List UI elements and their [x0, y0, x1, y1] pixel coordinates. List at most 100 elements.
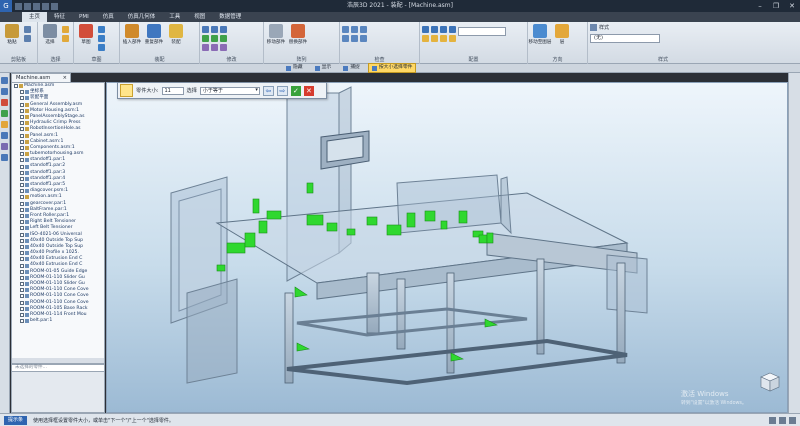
- tree-item-checkbox[interactable]: [14, 84, 18, 89]
- properties-icon[interactable]: [360, 26, 367, 33]
- area-icon[interactable]: [360, 35, 367, 42]
- repeat-part-button[interactable]: 重复部件: [144, 24, 164, 45]
- tree-item-checkbox[interactable]: [20, 195, 24, 200]
- status-icon-3[interactable]: [789, 416, 796, 424]
- select-by-size-button[interactable]: 按大小选择零件: [367, 63, 417, 73]
- select-filter-icon[interactable]: [62, 26, 69, 33]
- insert-part-button[interactable]: 插入部件: [122, 24, 142, 45]
- tree-item-checkbox[interactable]: [20, 263, 24, 268]
- snap-button[interactable]: 捕捉: [339, 63, 364, 73]
- document-tab[interactable]: Machine.asm ×: [11, 73, 71, 82]
- pattern-icon[interactable]: [211, 26, 218, 33]
- tree-item-checkbox[interactable]: [20, 244, 24, 249]
- tree-item-checkbox[interactable]: [20, 257, 24, 262]
- tree-item-checkbox[interactable]: [20, 152, 24, 157]
- select-mode-dropdown[interactable]: 小于等于: [199, 86, 260, 95]
- view-cube-icon[interactable]: [759, 371, 781, 393]
- cancel-button[interactable]: ✕: [303, 85, 314, 96]
- arc-icon[interactable]: [98, 44, 105, 51]
- 3d-viewport[interactable]: 激活 Windows 转到"设置"以激活 Windows。: [106, 82, 788, 413]
- redo-icon[interactable]: [51, 2, 58, 10]
- move-to-layer-button[interactable]: 移动至图层: [529, 24, 552, 45]
- layer-button[interactable]: 层: [552, 24, 572, 45]
- tree-item-checkbox[interactable]: [20, 220, 24, 225]
- accept-button[interactable]: ✓: [290, 85, 301, 96]
- tab-pmi[interactable]: PMI: [72, 12, 96, 22]
- config-2-icon[interactable]: [431, 26, 438, 33]
- tree-item-checkbox[interactable]: [20, 133, 24, 138]
- tree-item-checkbox[interactable]: [20, 275, 24, 280]
- tree-item-checkbox[interactable]: [20, 251, 24, 256]
- app-logo-icon[interactable]: G: [0, 0, 12, 12]
- library-icon[interactable]: [1, 99, 8, 106]
- scale-icon[interactable]: [220, 35, 227, 42]
- hide-button[interactable]: 隐藏: [282, 63, 307, 73]
- tree-item-checkbox[interactable]: [20, 164, 24, 169]
- config-3-icon[interactable]: [440, 26, 447, 33]
- config-1-icon[interactable]: [422, 26, 429, 33]
- machine-model[interactable]: [107, 83, 788, 413]
- sensor-icon[interactable]: [1, 121, 8, 128]
- tree-item-checkbox[interactable]: [20, 96, 24, 101]
- tree-item-checkbox[interactable]: [20, 189, 24, 194]
- viewport-vertical-scrollbar[interactable]: [788, 73, 800, 413]
- tree-item-checkbox[interactable]: [20, 201, 24, 206]
- tree-item-checkbox[interactable]: [20, 300, 24, 305]
- select-tool-icon[interactable]: [62, 35, 69, 42]
- help-icon[interactable]: [1, 154, 8, 161]
- save-icon[interactable]: [33, 2, 40, 10]
- style-icon[interactable]: [590, 24, 597, 31]
- tab-tools[interactable]: 工具: [162, 12, 187, 22]
- group-icon[interactable]: [202, 44, 209, 51]
- tab-home[interactable]: 主页: [22, 12, 48, 22]
- assemble-button[interactable]: 装配: [166, 24, 186, 45]
- config-select[interactable]: [458, 27, 506, 36]
- relationship-icon[interactable]: [1, 143, 8, 150]
- tree-item-checkbox[interactable]: [20, 115, 24, 120]
- array-icon[interactable]: [220, 26, 227, 33]
- cut-icon[interactable]: [24, 26, 31, 33]
- select-button[interactable]: 选择: [40, 24, 60, 45]
- tree-item-checkbox[interactable]: [20, 269, 24, 274]
- maximize-button[interactable]: ❐: [768, 0, 784, 12]
- tab-view[interactable]: 视图: [187, 12, 212, 22]
- tree-item-checkbox[interactable]: [20, 294, 24, 299]
- mirror-icon[interactable]: [202, 26, 209, 33]
- interference-icon[interactable]: [351, 26, 358, 33]
- config-7-icon[interactable]: [440, 35, 447, 42]
- config-4-icon[interactable]: [449, 26, 456, 33]
- distance-icon[interactable]: [342, 35, 349, 42]
- status-icon-1[interactable]: [769, 416, 776, 424]
- tree-item-checkbox[interactable]: [20, 319, 24, 324]
- tree-item-checkbox[interactable]: [20, 121, 24, 126]
- tree-item-checkbox[interactable]: [20, 90, 24, 95]
- tree-item-checkbox[interactable]: [20, 207, 24, 212]
- move-icon[interactable]: [202, 35, 209, 42]
- tree-item-checkbox[interactable]: [20, 183, 24, 188]
- tab-simulation-geometry[interactable]: 仿真几何体: [121, 12, 163, 22]
- move-part-button[interactable]: 移动部件: [266, 24, 286, 45]
- show-button[interactable]: 显示: [311, 63, 336, 73]
- tree-item-checkbox[interactable]: [20, 127, 24, 132]
- config-6-icon[interactable]: [431, 35, 438, 42]
- tree-item-checkbox[interactable]: [20, 282, 24, 287]
- paste-button[interactable]: 粘贴: [2, 24, 22, 45]
- next-button[interactable]: ⇨: [276, 85, 288, 96]
- previous-button[interactable]: ⇦: [262, 85, 274, 96]
- close-tab-icon[interactable]: ×: [63, 74, 67, 82]
- tree-horizontal-scrollbar[interactable]: [12, 358, 104, 363]
- rotate-icon[interactable]: [211, 35, 218, 42]
- command-bar-logo-icon[interactable]: [120, 84, 133, 97]
- tree-item-checkbox[interactable]: [20, 306, 24, 311]
- tree-item-checkbox[interactable]: [20, 288, 24, 293]
- tab-features[interactable]: 特征: [47, 12, 72, 22]
- tree-item-checkbox[interactable]: [20, 158, 24, 163]
- measure-icon[interactable]: [342, 26, 349, 33]
- copy-icon[interactable]: [24, 35, 31, 42]
- tab-data-management[interactable]: 数据管理: [212, 12, 248, 22]
- tree-item-checkbox[interactable]: [20, 313, 24, 318]
- tree-item-checkbox[interactable]: [20, 102, 24, 107]
- close-button[interactable]: ✕: [784, 0, 800, 12]
- tree-item-checkbox[interactable]: [20, 108, 24, 113]
- replace-part-button[interactable]: 替换部件: [288, 24, 308, 45]
